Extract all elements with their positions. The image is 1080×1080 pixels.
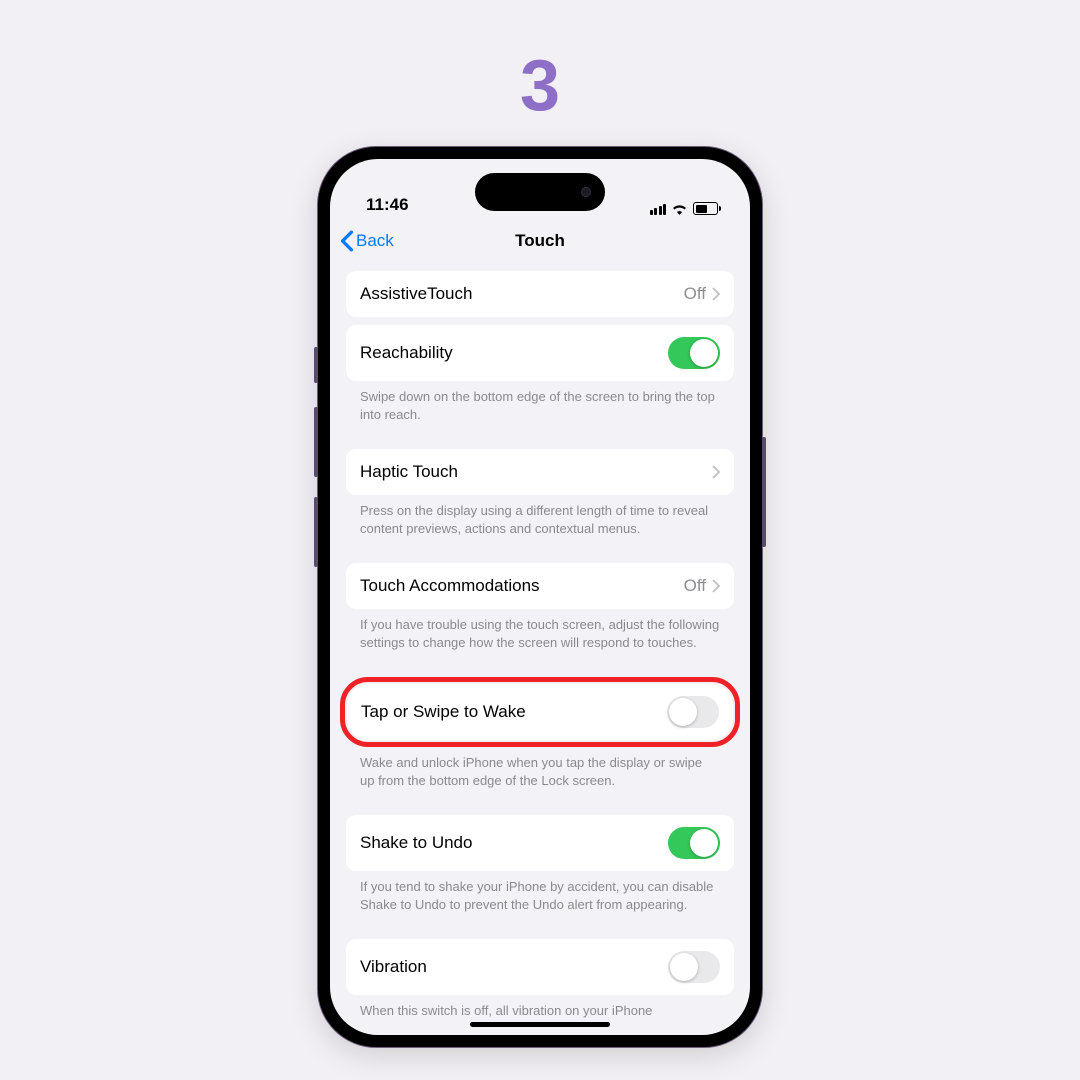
row-label: Haptic Touch [360, 462, 458, 482]
row-value: Off [684, 576, 706, 596]
footer-text: If you tend to shake your iPhone by acci… [346, 871, 734, 931]
dynamic-island [475, 173, 605, 211]
row-label: Tap or Swipe to Wake [361, 702, 526, 722]
chevron-right-icon [712, 579, 720, 593]
chevron-left-icon [340, 230, 354, 252]
settings-list: AssistiveTouch Off Reachability Swipe do… [330, 263, 750, 1035]
footer-text: Swipe down on the bottom edge of the scr… [346, 381, 734, 441]
tap-wake-toggle[interactable] [667, 696, 719, 728]
row-label: Touch Accommodations [360, 576, 540, 596]
row-assistivetouch[interactable]: AssistiveTouch Off [346, 271, 734, 317]
row-label: Shake to Undo [360, 833, 472, 853]
row-label: AssistiveTouch [360, 284, 472, 304]
highlight-ring: Tap or Swipe to Wake [340, 677, 740, 747]
chevron-right-icon [712, 287, 720, 301]
cellular-icon [650, 203, 667, 215]
row-tap-swipe-wake[interactable]: Tap or Swipe to Wake [347, 684, 733, 740]
home-indicator [470, 1022, 610, 1027]
chevron-right-icon [712, 465, 720, 479]
row-vibration[interactable]: Vibration [346, 939, 734, 995]
footer-text: Press on the display using a different l… [346, 495, 734, 555]
row-reachability[interactable]: Reachability [346, 325, 734, 381]
phone-screen: 11:46 Back Touch AssistiveTouch Off [330, 159, 750, 1035]
footer-text: If you have trouble using the touch scre… [346, 609, 734, 669]
row-value: Off [684, 284, 706, 304]
phone-frame: 11:46 Back Touch AssistiveTouch Off [318, 147, 762, 1047]
step-number: 3 [520, 45, 560, 127]
row-label: Vibration [360, 957, 427, 977]
row-shake-undo[interactable]: Shake to Undo [346, 815, 734, 871]
status-time: 11:46 [366, 195, 409, 215]
vibration-toggle[interactable] [668, 951, 720, 983]
wifi-icon [671, 203, 688, 215]
nav-bar: Back Touch [330, 219, 750, 263]
battery-icon [693, 202, 718, 215]
row-label: Reachability [360, 343, 453, 363]
footer-text: Wake and unlock iPhone when you tap the … [346, 747, 734, 807]
row-touch-accommodations[interactable]: Touch Accommodations Off [346, 563, 734, 609]
back-label: Back [356, 231, 394, 251]
page-title: Touch [515, 231, 565, 251]
back-button[interactable]: Back [340, 230, 394, 252]
shake-undo-toggle[interactable] [668, 827, 720, 859]
footer-text: When this switch is off, all vibration o… [346, 995, 734, 1035]
row-haptic-touch[interactable]: Haptic Touch [346, 449, 734, 495]
reachability-toggle[interactable] [668, 337, 720, 369]
